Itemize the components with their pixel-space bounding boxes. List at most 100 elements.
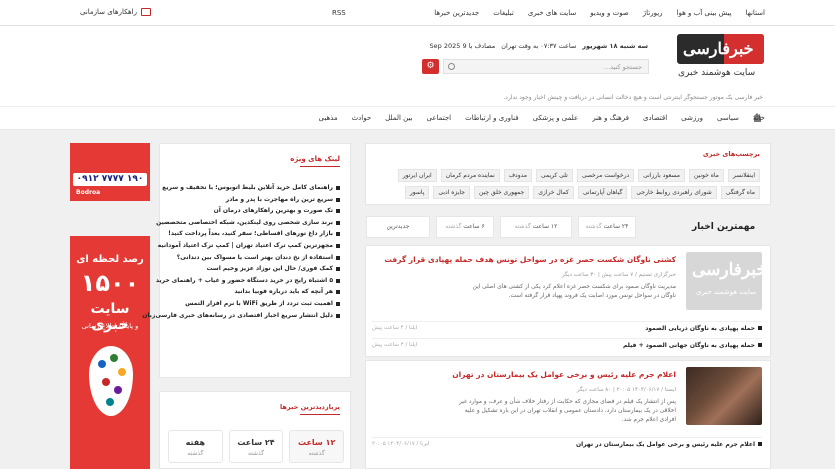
site-logo[interactable]: خبرفارسی xyxy=(677,34,764,64)
filter-latest[interactable]: جدیدترین xyxy=(366,216,430,238)
special-link[interactable]: تک صورت و بهترین راهکارهای درمان آن xyxy=(142,207,340,219)
tag-item[interactable]: جمهوری خلق چین xyxy=(473,186,530,199)
news-meta: ایسنا / ۱۴۰۴/۰۶/۱۷ ۲۰:۰۵ | ۸۰ ساعت دیگر xyxy=(576,387,676,393)
special-link[interactable]: ۵ اشتباه رایج در خرید دستگاه حضور و غیاب… xyxy=(142,277,340,289)
date-gregorian: مصادف با 9 Sep 2025 xyxy=(429,42,496,50)
tag-item[interactable]: مدودف xyxy=(503,169,532,182)
nav-item-incidents[interactable]: حوادث xyxy=(352,114,372,122)
dateline: سه شنبه ۱۸ شهریور ساعت ۰۷:۳۷ به وقت تهرا… xyxy=(430,42,648,50)
filter-label: ۱۲ ساعت xyxy=(532,223,558,230)
popular-news-box: پربازدیدترین خبرها ۱۲ ساعت گذشته ۲۴ ساعت… xyxy=(159,391,351,469)
filter-label: ۲۴ ساعت xyxy=(603,223,629,230)
title-underline xyxy=(300,414,340,415)
news-title[interactable]: کشتی ناوگان شکست حصر غزه در سواحل تونس ه… xyxy=(384,255,676,264)
special-link[interactable]: راهنمای کامل خرید آنلاین بلیط اتوبوس؛ با… xyxy=(142,184,340,196)
nav-item-sports[interactable]: ورزشی xyxy=(681,114,703,122)
nav-item-social[interactable]: اجتماعی xyxy=(427,114,452,122)
ad-banner-phone[interactable]: ۰۹۱۲ ۷۷۷۷ ۱۹۰ Bodroa xyxy=(70,143,150,201)
filter-label: جدیدترین xyxy=(386,223,410,230)
related-news-time: ایرنا / ۱۴۰۴/۰۶/۱۷ ۲۰:۰۵ xyxy=(372,441,430,447)
top-bar: استانها پیش بینی آب و هوا ریورتاژ صوت و … xyxy=(0,0,835,26)
tag-item[interactable]: درخواست مرخصی xyxy=(576,169,635,182)
top-link-weather[interactable]: پیش بینی آب و هوا xyxy=(677,9,732,17)
top-link-latest[interactable]: جدیدترین خبرها xyxy=(434,9,479,17)
tags-title: برچسب‌های خبری xyxy=(702,150,760,158)
ad-brand: Bodroa xyxy=(76,189,101,196)
thumb-logo-text: خبرفارسی xyxy=(692,260,762,280)
tag-item[interactable]: شورای راهبردی روابط خارجی xyxy=(631,186,717,199)
top-nav: استانها پیش بینی آب و هوا ریورتاژ صوت و … xyxy=(434,9,765,17)
tag-item[interactable]: اینفلانسر xyxy=(727,169,760,182)
tag-item[interactable]: ماه گرفتگی xyxy=(720,186,760,199)
special-link[interactable]: هر آنچه که باید درباره فوبیا بدانید xyxy=(142,288,340,300)
rss-link[interactable]: RSS xyxy=(332,9,346,17)
bullet-icon xyxy=(758,326,762,330)
news-thumbnail[interactable] xyxy=(686,367,762,425)
nav-item-politics[interactable]: سیاسی xyxy=(717,114,739,122)
news-summary: پس از انتشار یک فیلم در فضای مجازی که حک… xyxy=(459,399,676,423)
news-meta: خبرگزاری تسنیم / ۷ ساعت پیش | ۳۰ ساعت دی… xyxy=(561,272,676,278)
filter-12h[interactable]: ۱۲ ساعت گذشته xyxy=(500,216,572,238)
search-input[interactable]: جستجو کنید... xyxy=(443,59,649,74)
news-card: اعلام جرم علیه رئیس و برخی عوامل یک بیما… xyxy=(365,360,771,469)
nav-item-tech[interactable]: فناوری و ارتباطات xyxy=(465,114,518,122)
tag-item[interactable]: تلی کریمی xyxy=(535,169,573,182)
tag-item[interactable]: ایران ایرتور xyxy=(397,169,437,182)
tags-list: اینفلانسر ماه خونین مسعود بارزانی درخواس… xyxy=(372,169,760,199)
special-links-title: لینک های ویژه xyxy=(290,155,340,163)
nav-item-international[interactable]: بین الملل xyxy=(385,114,412,122)
tag-item[interactable]: مسعود بارزانی xyxy=(638,169,685,182)
ad-news-logo-icon xyxy=(110,354,118,362)
nav-item-economy[interactable]: اقتصادی xyxy=(643,114,667,122)
filter-6h[interactable]: ۶ ساعت گذشته xyxy=(436,216,494,238)
tag-item[interactable]: کمال خرازی xyxy=(533,186,574,199)
tag-item[interactable]: پاسور xyxy=(404,186,430,199)
tag-item[interactable]: گیاهان آپارتمانی xyxy=(577,186,628,199)
news-summary: مدیریت ناوگان صمود برای شکست حصر غزه اعل… xyxy=(472,284,676,299)
special-link[interactable]: سریع ترین راه مهاجرت با پدر و مادر xyxy=(142,196,340,208)
nav-item-science[interactable]: علمی و پزشکی xyxy=(533,114,579,122)
tab-24h[interactable]: ۲۴ ساعت گذشته xyxy=(228,430,284,463)
news-thumbnail[interactable]: خبرفارسی سایت هوشمند خبری xyxy=(686,252,762,310)
main-nav: خانه سیاسی ورزشی اقتصادی فرهنگ و هنر علم… xyxy=(0,106,835,130)
site-tagline: خبر فارسی یک موتور جستجوگر اینترنتی است … xyxy=(503,94,763,101)
related-news-title: حمله پهپادی به ناوگان جهانی الصمود + فیل… xyxy=(622,342,755,349)
related-news-title: حمله پهپادی به ناوگان دریایی الصمود xyxy=(645,325,755,332)
tab-12h[interactable]: ۱۲ ساعت گذشته xyxy=(289,430,344,463)
top-link-reportage[interactable]: ریورتاژ xyxy=(643,9,663,17)
site-subtitle: سایت هوشمند خبری xyxy=(678,68,756,78)
search-icon[interactable] xyxy=(448,63,455,70)
related-news-time: ایلنا / ۴ ساعت پیش xyxy=(372,325,418,331)
news-card: خبرفارسی سایت هوشمند خبری کشتی ناوگان شک… xyxy=(365,245,771,357)
special-link[interactable]: برند سازی شخصی روی لینکدین، شبکه اختصاصی… xyxy=(142,219,340,231)
tag-item[interactable]: جایزه ادبی xyxy=(433,186,470,199)
special-link[interactable]: بازار داغ تورهای اقساطی؛ سفر کنید، بعداً… xyxy=(142,230,340,242)
tab-week[interactable]: هفته گذشته xyxy=(167,430,223,463)
related-news-row[interactable]: حمله پهپادی به ناوگان دریایی الصمود ایلن… xyxy=(372,321,762,332)
news-title[interactable]: اعلام جرم علیه رئیس و برخی عوامل یک بیما… xyxy=(452,370,676,379)
special-link[interactable]: دلیل انتشار سریع اخبار اقتصادی در رسانه‌… xyxy=(142,312,340,324)
top-link-media[interactable]: صوت و ویدیو xyxy=(590,9,629,17)
title-underline xyxy=(300,166,340,167)
nav-item-home[interactable]: خانه xyxy=(753,114,765,122)
special-link[interactable]: استفاده از نخ دندان بهتر است یا مسواک بی… xyxy=(142,254,340,266)
top-link-ads[interactable]: تبلیغات xyxy=(493,9,514,17)
top-link-news-sites[interactable]: سایت های خبری xyxy=(528,9,576,17)
nav-item-culture[interactable]: فرهنگ و هنر xyxy=(592,114,629,122)
special-link[interactable]: اهمیت ثبت تردد از طریق WiFi با نرم افزار… xyxy=(142,300,340,312)
special-link[interactable]: کمک فوری/ حال این نوزاد عزیز وخیم است xyxy=(142,265,340,277)
tag-item[interactable]: ماه خونین xyxy=(688,169,724,182)
org-solutions-link[interactable]: راهکارهای سازمانی xyxy=(80,8,151,16)
filter-sublabel: گذشته xyxy=(514,223,531,230)
ad-news-logo-icon xyxy=(118,368,126,376)
nav-item-religious[interactable]: مذهبی xyxy=(319,114,338,122)
top-link-provinces[interactable]: استانها xyxy=(746,9,765,17)
gear-icon[interactable]: ⚙ xyxy=(422,59,439,74)
ad-banner-monitoring[interactable]: رصد لحظه ای ۱۵۰۰ سایت خبری و پایگاه اطلا… xyxy=(70,236,150,469)
tag-item[interactable]: نماینده مردم کرمان xyxy=(440,169,500,182)
related-news-row[interactable]: اعلام جرم علیه رئیس و برخی عوامل یک بیما… xyxy=(372,437,762,448)
special-link[interactable]: مجهزترین کمپ ترک اعتیاد تهران | کمپ ترک … xyxy=(142,242,340,254)
related-news-title: اعلام جرم علیه رئیس و برخی عوامل یک بیما… xyxy=(575,441,755,448)
related-news-row[interactable]: حمله پهپادی به ناوگان جهانی الصمود + فیل… xyxy=(372,338,762,349)
filter-24h[interactable]: ۲۴ ساعت گذشته xyxy=(578,216,636,238)
